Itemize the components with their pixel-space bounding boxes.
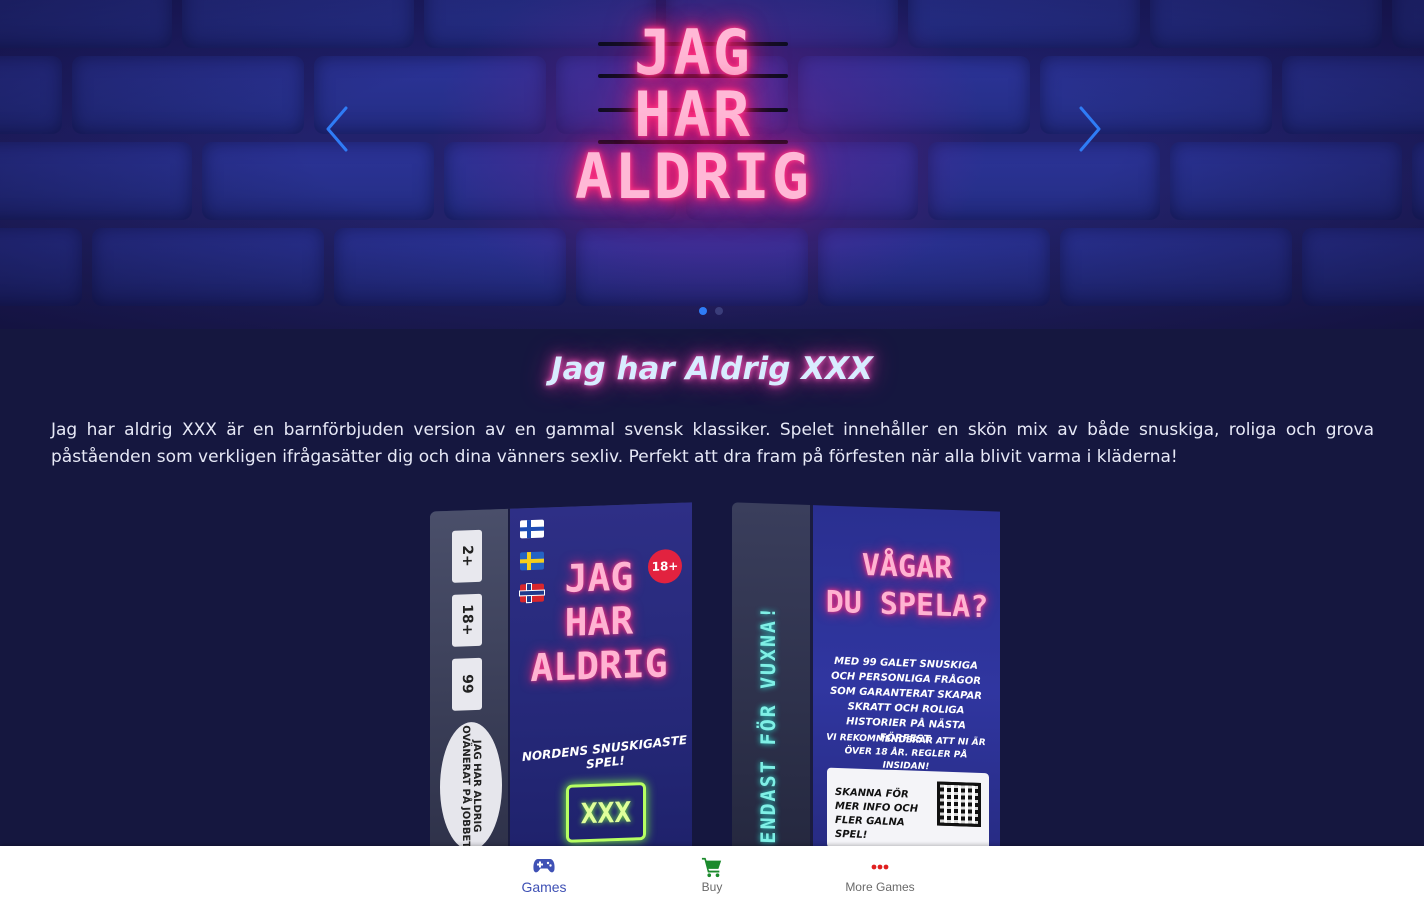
box-logo-line: JAG — [564, 554, 634, 601]
scan-card-text: SKANNA FÖR MER INFO OCH FLER GALNA SPEL! — [835, 786, 919, 842]
nav-buy[interactable]: Buy — [628, 846, 796, 900]
hero-logo-line: ALDRIG — [575, 140, 811, 213]
game-title: Jag har Aldrig XXX — [551, 351, 873, 387]
game-description: Jag har aldrig XXX är en barnförbjuden v… — [51, 420, 1374, 467]
nav-more-games[interactable]: More Games — [796, 846, 964, 900]
product-box-image: 2+ 18+ 99 JAG HAR ALDRIG OVÄNERAT PÅ JOB… — [430, 501, 1000, 846]
back-logo: VÅGAR DU SPELA? — [821, 545, 993, 627]
box-logo-line: ALDRIG — [530, 641, 668, 691]
xxx-neon-sign: XXX — [566, 782, 646, 843]
carousel-prev-button[interactable] — [322, 104, 352, 154]
nav-buy-label: Buy — [701, 879, 723, 894]
nav-more-games-label: More Games — [845, 879, 915, 894]
spine-text: ENDAST FÖR VUXNA! — [756, 604, 780, 844]
more-dots-icon — [868, 855, 892, 879]
side-oval-text: JAG HAR ALDRIG OVÄNERAT PÅ JOBBET — [440, 721, 502, 846]
back-logo-line: DU SPELA? — [825, 584, 989, 626]
box-front: 2+ 18+ 99 JAG HAR ALDRIG OVÄNERAT PÅ JOB… — [430, 502, 692, 846]
carousel-next-button[interactable] — [1075, 104, 1105, 154]
players-label: 2+ — [452, 529, 482, 583]
gamepad-icon — [532, 854, 556, 878]
scan-card: SKANNA FÖR MER INFO OCH FLER GALNA SPEL! — [827, 767, 989, 846]
box-side: 2+ 18+ 99 JAG HAR ALDRIG OVÄNERAT PÅ JOB… — [430, 508, 508, 846]
game-details: Jag har Aldrig XXX Jag har aldrig XXX är… — [0, 329, 1424, 846]
age-label: 18+ — [452, 593, 482, 647]
box-logo: JAG HAR ALDRIG — [524, 553, 674, 690]
chevron-left-icon — [326, 106, 348, 152]
hero-logo: JAG HAR ALDRIG — [570, 22, 816, 208]
cards-label: 99 — [452, 657, 482, 711]
nav-games-label: Games — [521, 878, 567, 895]
carousel-indicators — [699, 307, 723, 315]
box-tagline: NORDENS SNUSKIGASTE SPEL! — [521, 732, 688, 772]
hero-carousel: JAG HAR ALDRIG — [0, 0, 1424, 329]
chevron-right-icon — [1079, 106, 1101, 152]
box-spine: ENDAST FÖR VUXNA! — [732, 502, 810, 846]
box-back: ENDAST FÖR VUXNA! VÅGAR DU SPELA? MED 99… — [732, 502, 1000, 846]
back-logo-line: VÅGAR — [861, 547, 953, 587]
finland-flag-icon — [520, 519, 544, 539]
bottom-navigation: Games Buy More Games — [0, 846, 1424, 900]
nav-games[interactable]: Games — [460, 846, 628, 900]
hero-logo-line: HAR — [634, 78, 752, 151]
hero-logo-line: JAG — [634, 16, 752, 89]
box-back-face: VÅGAR DU SPELA? MED 99 GALET SNUSKIGA OC… — [810, 505, 1000, 846]
box-logo-line: HAR — [564, 598, 634, 645]
carousel-dot-2[interactable] — [715, 307, 723, 315]
box-front-face: 18+ JAG HAR ALDRIG NORDENS SNUSKIGASTE S… — [508, 502, 692, 846]
qr-code-icon — [937, 781, 981, 828]
cart-icon — [700, 855, 724, 879]
carousel-dot-1[interactable] — [699, 307, 707, 315]
